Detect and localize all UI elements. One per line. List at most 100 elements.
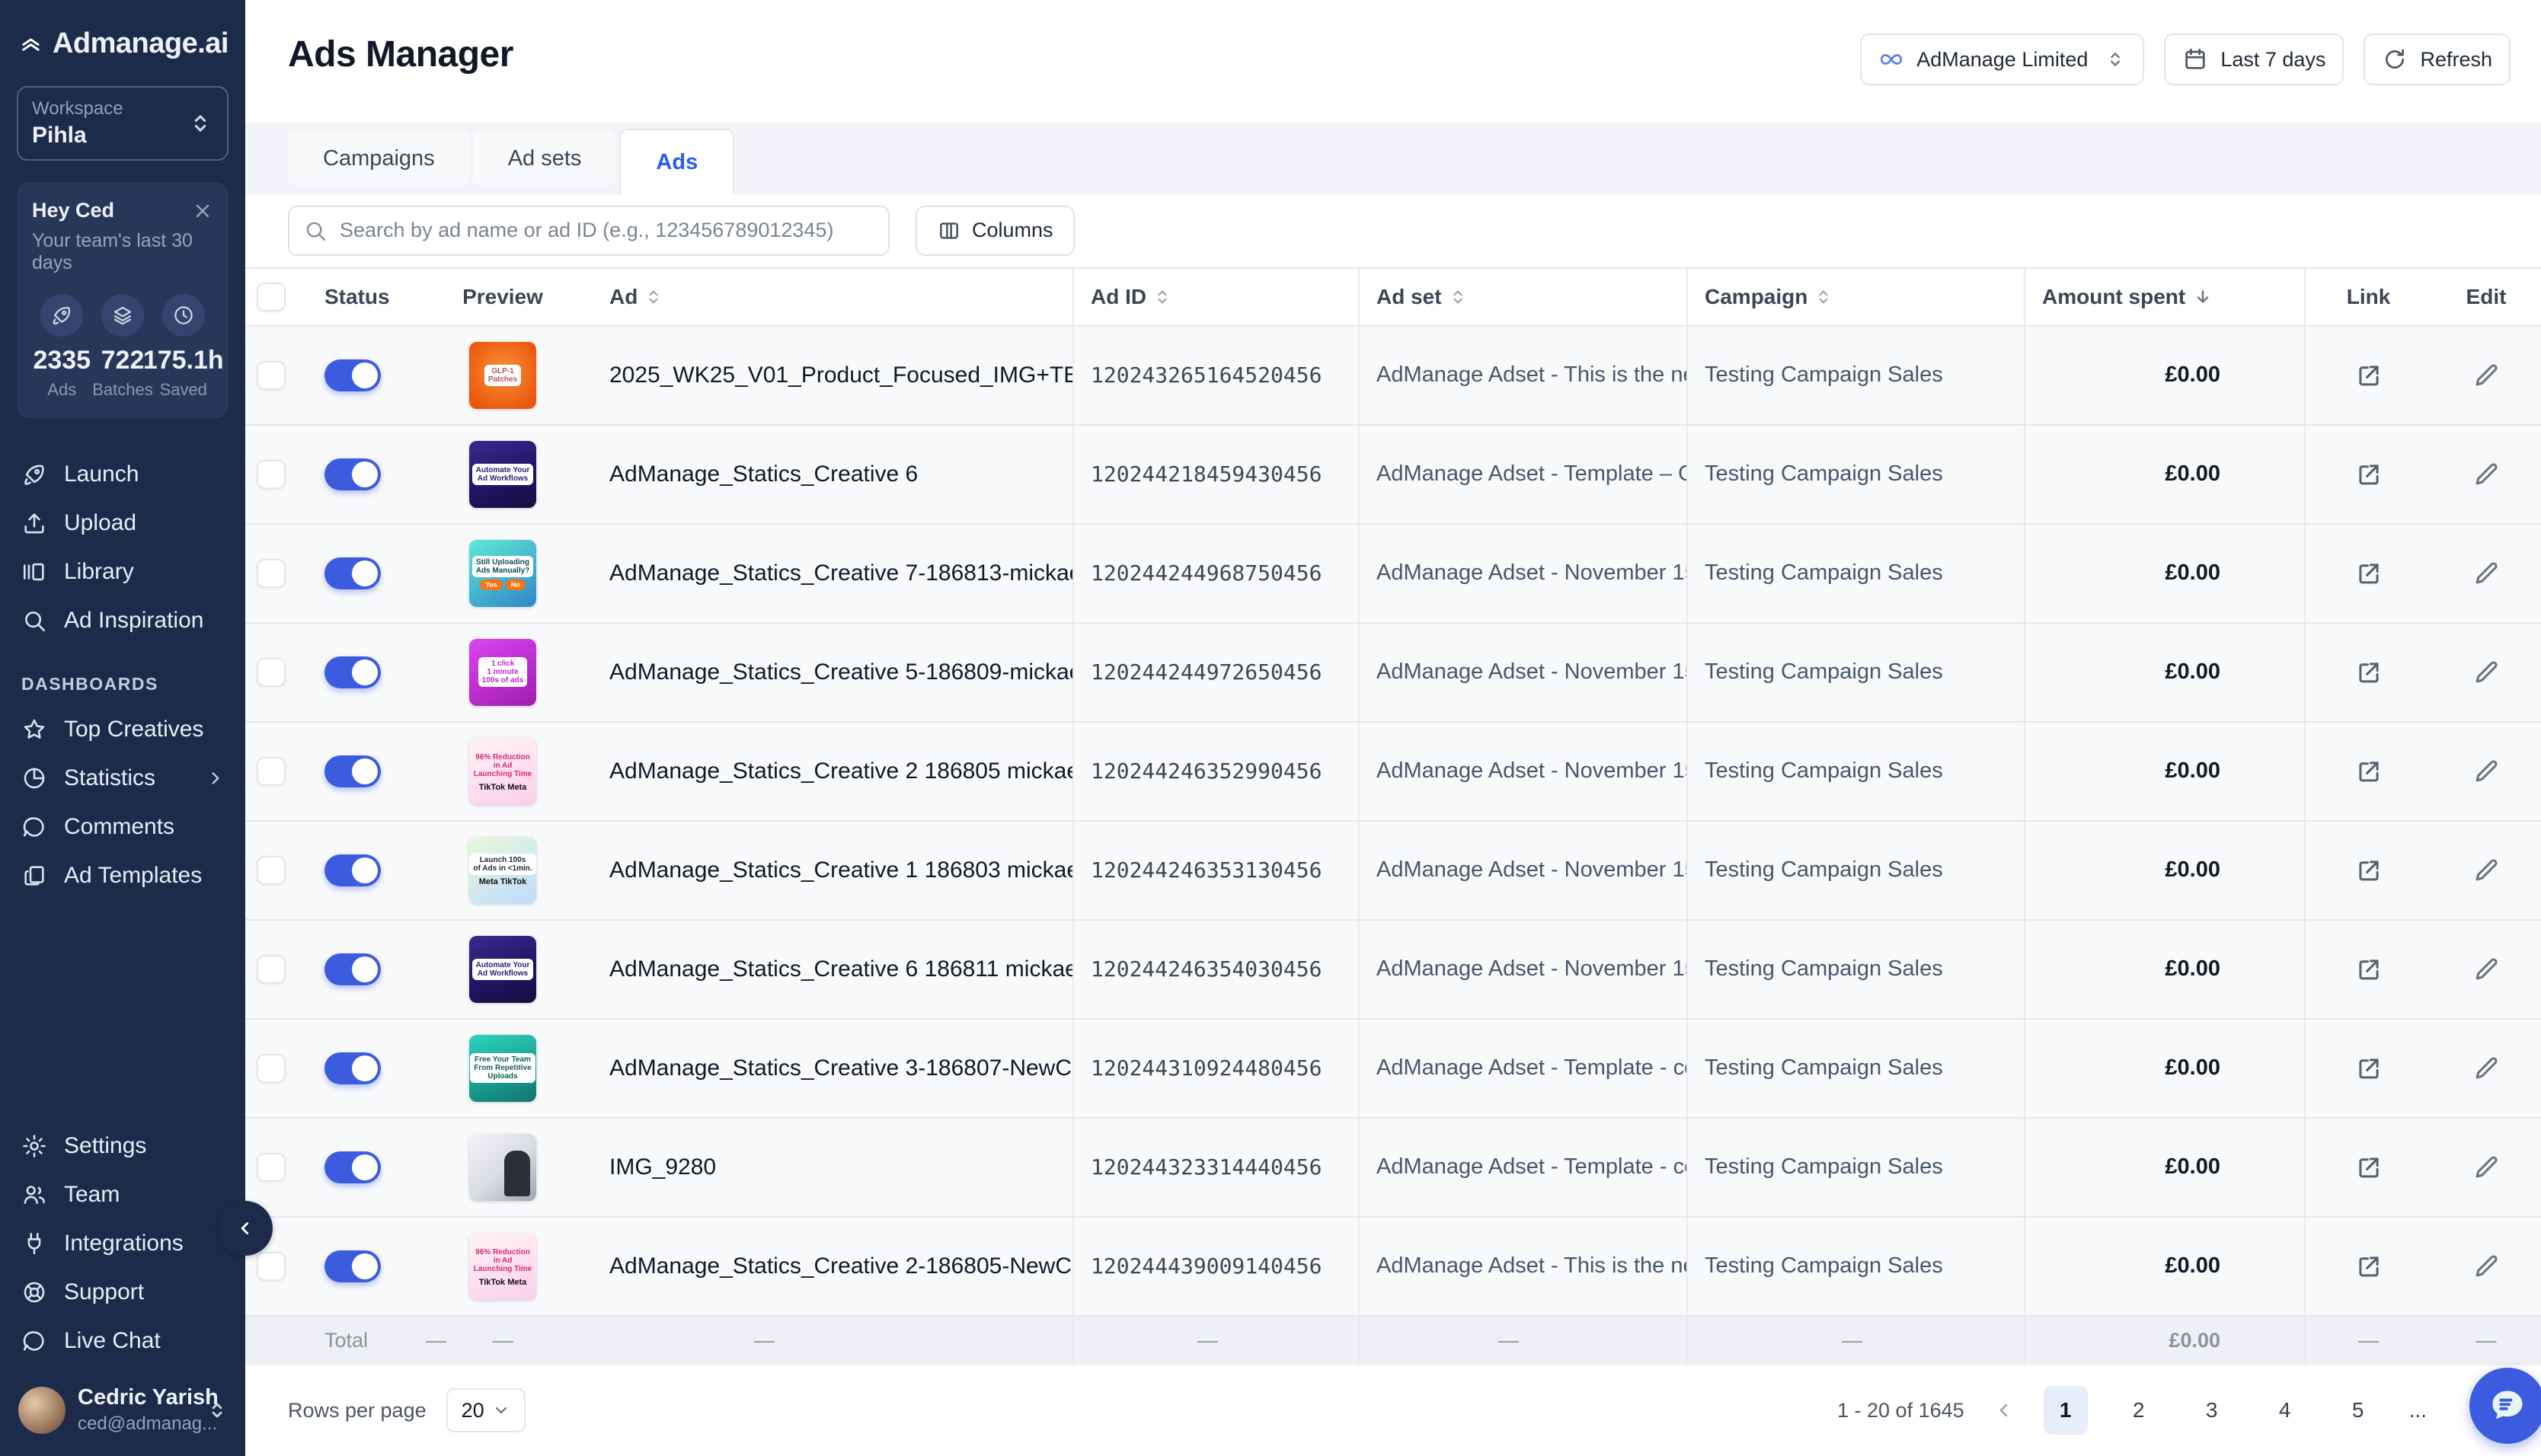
- status-toggle[interactable]: [324, 1052, 381, 1084]
- close-icon[interactable]: [192, 200, 213, 222]
- external-link-icon[interactable]: [2354, 856, 2383, 885]
- edit-icon[interactable]: [2472, 658, 2501, 687]
- sidebar-item-integrations[interactable]: Integrations: [17, 1219, 229, 1268]
- column-header-preview[interactable]: Preview: [427, 269, 579, 325]
- edit-icon[interactable]: [2472, 1153, 2501, 1182]
- sidebar-item-settings[interactable]: Settings: [17, 1122, 229, 1170]
- edit-icon[interactable]: [2472, 955, 2501, 984]
- ad-preview-thumbnail[interactable]: Launch 100sof Ads in <1min.Meta TikTok: [469, 837, 536, 904]
- sidebar-item-live-chat[interactable]: Live Chat: [17, 1317, 229, 1365]
- ad-preview-thumbnail[interactable]: [469, 1134, 536, 1201]
- select-all-checkbox[interactable]: [257, 283, 286, 311]
- sidebar-item-top-creatives[interactable]: Top Creatives: [17, 705, 229, 754]
- external-link-icon[interactable]: [2354, 460, 2383, 489]
- column-header-ad-id[interactable]: Ad ID: [1072, 269, 1358, 325]
- edit-icon[interactable]: [2472, 856, 2501, 885]
- ad-name[interactable]: AdManage_Statics_Creative 7-186813-micka…: [609, 560, 1072, 586]
- ad-account-selector[interactable]: AdManage Limited: [1860, 34, 2144, 85]
- search-input[interactable]: [288, 206, 890, 256]
- tab-campaigns[interactable]: Campaigns: [288, 132, 470, 185]
- ad-name[interactable]: AdManage_Statics_Creative 6: [609, 461, 918, 487]
- brand[interactable]: Admanage.ai: [17, 27, 229, 60]
- status-toggle[interactable]: [324, 1250, 381, 1282]
- row-checkbox[interactable]: [257, 361, 286, 390]
- tab-ads[interactable]: Ads: [619, 129, 734, 194]
- sidebar-item-team[interactable]: Team: [17, 1170, 229, 1219]
- pagination-prev-icon[interactable]: [1993, 1400, 2015, 1421]
- page-button-1[interactable]: 1: [2044, 1386, 2088, 1435]
- status-toggle[interactable]: [324, 953, 381, 985]
- sidebar-item-ad-inspiration[interactable]: Ad Inspiration: [17, 596, 229, 645]
- page-button-4[interactable]: 4: [2263, 1386, 2307, 1435]
- row-checkbox[interactable]: [257, 757, 286, 786]
- row-checkbox[interactable]: [257, 1252, 286, 1281]
- sidebar-item-library[interactable]: Library: [17, 548, 229, 596]
- ad-preview-thumbnail[interactable]: Automate YourAd Workflows: [469, 936, 536, 1003]
- edit-icon[interactable]: [2472, 559, 2501, 588]
- sidebar-item-ad-templates[interactable]: Ad Templates: [17, 851, 229, 900]
- ad-preview-thumbnail[interactable]: 96% Reductionin AdLaunching TimeTikTok M…: [469, 1233, 536, 1300]
- tab-ad-sets[interactable]: Ad sets: [473, 132, 617, 185]
- row-checkbox[interactable]: [257, 460, 286, 489]
- edit-icon[interactable]: [2472, 361, 2501, 390]
- row-checkbox[interactable]: [257, 1054, 286, 1083]
- ad-preview-thumbnail[interactable]: Still UploadingAds Manually?YesNo: [469, 540, 536, 607]
- ad-name[interactable]: AdManage_Statics_Creative 5-186809-micka…: [609, 659, 1072, 685]
- external-link-icon[interactable]: [2354, 1252, 2383, 1281]
- column-header-campaign[interactable]: Campaign: [1686, 269, 2024, 325]
- status-toggle[interactable]: [324, 656, 381, 688]
- sidebar-item-launch[interactable]: Launch: [17, 450, 229, 499]
- ad-preview-thumbnail[interactable]: 1 click1 minute100s of ads: [469, 639, 536, 706]
- row-checkbox[interactable]: [257, 1153, 286, 1182]
- ad-preview-thumbnail[interactable]: Free Your TeamFrom RepetitiveUploads: [469, 1035, 536, 1102]
- status-toggle[interactable]: [324, 557, 381, 589]
- workspace-selector[interactable]: Workspace Pihla: [17, 86, 229, 161]
- ad-preview-thumbnail[interactable]: 96% Reductionin AdLaunching TimeTikTok M…: [469, 738, 536, 805]
- row-checkbox[interactable]: [257, 658, 286, 687]
- column-header-status[interactable]: Status: [297, 269, 427, 325]
- row-checkbox[interactable]: [257, 955, 286, 984]
- external-link-icon[interactable]: [2354, 361, 2383, 390]
- ad-preview-thumbnail[interactable]: Automate YourAd Workflows: [469, 441, 536, 508]
- sidebar-item-statistics[interactable]: Statistics: [17, 754, 229, 803]
- status-toggle[interactable]: [324, 755, 381, 787]
- columns-button[interactable]: Columns: [916, 206, 1075, 256]
- external-link-icon[interactable]: [2354, 955, 2383, 984]
- sidebar-item-comments[interactable]: Comments: [17, 803, 229, 851]
- chat-fab-button[interactable]: [2469, 1368, 2541, 1444]
- status-toggle[interactable]: [324, 458, 381, 490]
- status-toggle[interactable]: [324, 1151, 381, 1183]
- date-range-picker[interactable]: Last 7 days: [2164, 34, 2344, 85]
- ad-name[interactable]: AdManage_Statics_Creative 2-186805-NewCr…: [609, 1253, 1072, 1279]
- column-header-ad[interactable]: Ad: [579, 269, 1072, 325]
- refresh-button[interactable]: Refresh: [2364, 34, 2511, 85]
- row-checkbox[interactable]: [257, 856, 286, 885]
- external-link-icon[interactable]: [2354, 658, 2383, 687]
- column-header-ad-set[interactable]: Ad set: [1358, 269, 1686, 325]
- rows-per-page-select[interactable]: 20: [446, 1388, 526, 1432]
- page-button-3[interactable]: 3: [2190, 1386, 2234, 1435]
- external-link-icon[interactable]: [2354, 1054, 2383, 1083]
- external-link-icon[interactable]: [2354, 559, 2383, 588]
- status-toggle[interactable]: [324, 854, 381, 886]
- external-link-icon[interactable]: [2354, 757, 2383, 786]
- edit-icon[interactable]: [2472, 1252, 2501, 1281]
- sidebar-item-upload[interactable]: Upload: [17, 499, 229, 548]
- edit-icon[interactable]: [2472, 460, 2501, 489]
- sidebar-collapse-button[interactable]: [218, 1201, 273, 1256]
- row-checkbox[interactable]: [257, 559, 286, 588]
- pagination-ellipsis[interactable]: ...: [2409, 1398, 2427, 1422]
- edit-icon[interactable]: [2472, 757, 2501, 786]
- ad-preview-thumbnail[interactable]: GLP-1Patches: [469, 342, 536, 409]
- column-header-amount-spent[interactable]: Amount spent: [2024, 269, 2304, 325]
- ad-name[interactable]: AdManage_Statics_Creative 3-186807-NewCr…: [609, 1055, 1072, 1081]
- ad-name[interactable]: IMG_9280: [609, 1154, 716, 1180]
- page-button-5[interactable]: 5: [2336, 1386, 2380, 1435]
- external-link-icon[interactable]: [2354, 1153, 2383, 1182]
- sidebar-item-support[interactable]: Support: [17, 1268, 229, 1317]
- edit-icon[interactable]: [2472, 1054, 2501, 1083]
- ad-name[interactable]: 2025_WK25_V01_Product_Focused_IMG+TEXT_(: [609, 362, 1072, 388]
- ad-name[interactable]: AdManage_Statics_Creative 1 186803 micka…: [609, 857, 1072, 883]
- user-menu[interactable]: Cedric Yarish ced@admanag...: [17, 1385, 229, 1435]
- ad-name[interactable]: AdManage_Statics_Creative 6 186811 micka…: [609, 956, 1072, 982]
